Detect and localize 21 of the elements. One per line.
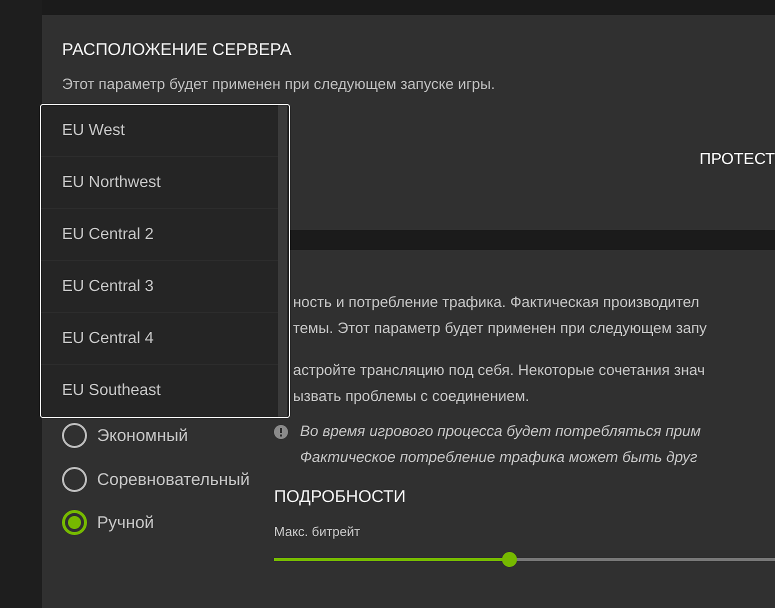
scrollbar[interactable] — [278, 105, 287, 417]
slider-thumb[interactable] — [502, 552, 518, 567]
warning-text: Фактическое потребление трафика может быть друг — [300, 448, 698, 468]
radio-button[interactable] — [62, 510, 87, 536]
section-title: РАСПОЛОЖЕНИЕ СЕРВЕРА — [62, 39, 292, 61]
description-text: темы. Этот параметр будет применен при следующем запу — [293, 319, 707, 339]
warning-text: Во время игрового процесса будет потребляться прим — [300, 422, 701, 442]
details-title: ПОДРОБНОСТИ — [274, 486, 406, 508]
radio-label[interactable]: Ручной — [97, 510, 154, 536]
note-text: Этот параметр будет применен при следующем запуске игры. — [62, 74, 496, 94]
description-text: астройте трансляцию под себя. Некоторые сочетания знач — [293, 361, 705, 381]
radio-button[interactable] — [62, 423, 87, 448]
warning-icon — [274, 425, 288, 439]
description-text: ызвать проблемы с соединением. — [293, 387, 530, 407]
slider-track[interactable] — [274, 552, 775, 567]
description-text: ность и потребление трафика. Фактическая производител — [293, 293, 700, 313]
test-button[interactable]: ПРОТЕСТ — [699, 148, 775, 172]
radio-label[interactable]: Соревновательный — [97, 466, 250, 492]
radio-button[interactable] — [62, 466, 87, 492]
radio-label[interactable]: Экономный — [97, 423, 188, 448]
slider-label: Макс. битрейт — [274, 522, 360, 541]
